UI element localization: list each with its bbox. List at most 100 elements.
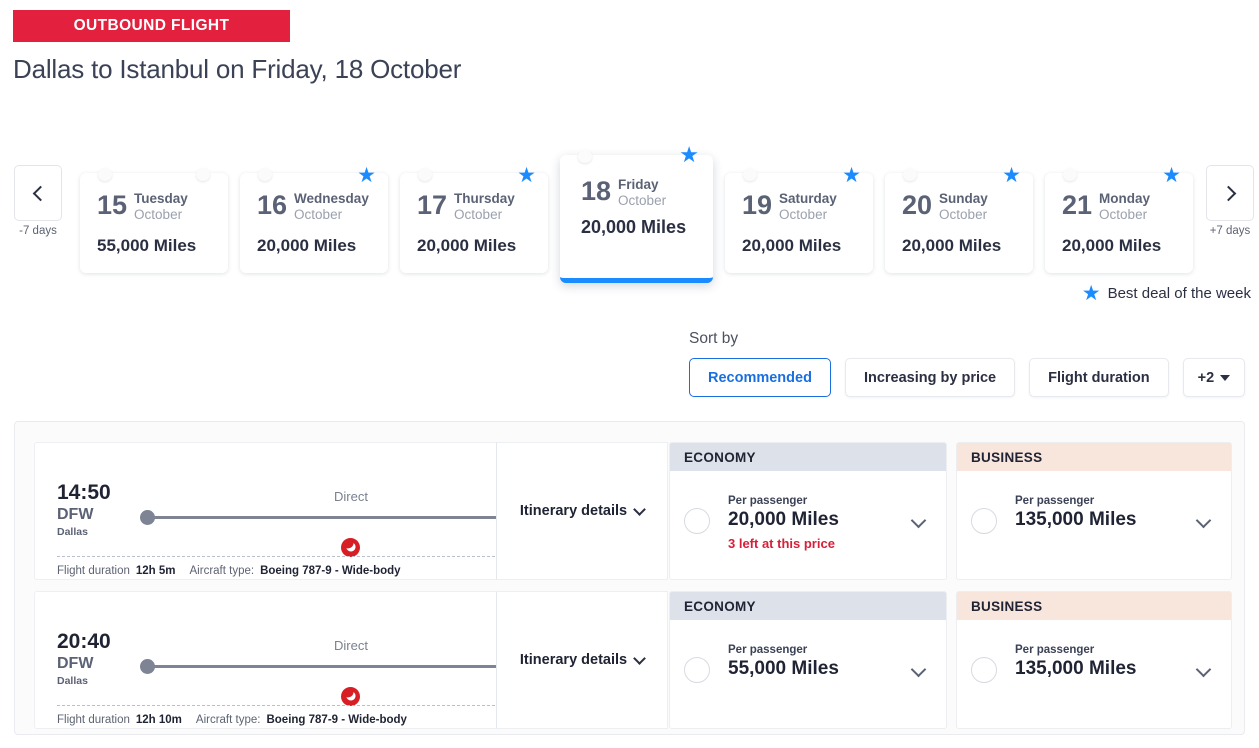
fare-card-business[interactable]: BUSINESS Per passenger 135,000 Miles [956, 591, 1232, 729]
chevron-down-icon[interactable] [1195, 512, 1212, 529]
date-card-day: 20 [902, 190, 933, 220]
sort-by-label: Sort by [689, 330, 739, 347]
per-passenger-label: Per passenger [728, 495, 808, 507]
fare-select-radio[interactable] [684, 508, 710, 534]
date-card-weekday: Wednesday [294, 191, 369, 206]
calendar-tab-icon [743, 168, 757, 181]
chevron-down-icon[interactable] [1195, 661, 1212, 678]
departure-city: Dallas [57, 675, 88, 688]
turkish-airlines-logo [341, 687, 360, 706]
itinerary-details-button[interactable]: Itinerary details [496, 442, 668, 580]
date-card-17[interactable]: ★ 17 Thursday October 20,000 Miles [400, 165, 548, 273]
date-card-header: 19 Saturday October [742, 191, 837, 222]
departure-airport-code: DFW [57, 655, 94, 673]
chevron-down-icon[interactable] [910, 512, 927, 529]
date-card-day: 17 [417, 190, 448, 220]
date-card-15[interactable]: 15 Tuesday October 55,000 Miles [80, 168, 228, 273]
date-card-month: October [294, 206, 343, 222]
best-deal-legend-label: Best deal of the week [1107, 285, 1251, 302]
date-card-weekday: Saturday [779, 191, 837, 206]
next-week-button[interactable] [1206, 165, 1254, 221]
prev-week-button[interactable] [14, 165, 62, 221]
calendar-tab-icon [98, 168, 112, 181]
date-card-names: Thursday October [454, 191, 515, 222]
fare-body: Per passenger 135,000 Miles [957, 471, 1231, 579]
date-card-names: Friday October [618, 177, 666, 208]
route-origin-dot [140, 659, 155, 674]
flight-results-container: 14:50DFWDallasDirect10:55ISTIstanbulFlig… [14, 421, 1245, 735]
date-card-day: 15 [97, 190, 128, 220]
calendar-tab-icon [903, 168, 917, 181]
calendar-tab-icon [196, 168, 210, 181]
sort-tab-increasing-by-price[interactable]: Increasing by price [844, 358, 1016, 397]
date-card-names: Sunday October [939, 191, 988, 222]
date-card-month: October [779, 206, 828, 222]
calendar-tab-icon [578, 150, 592, 163]
chevron-down-icon[interactable] [910, 661, 927, 678]
date-card-names: Wednesday October [294, 191, 369, 222]
route-line [143, 516, 552, 519]
date-card-month: October [939, 206, 988, 222]
fare-body: Per passenger 135,000 Miles [957, 620, 1231, 728]
per-passenger-label: Per passenger [728, 644, 808, 656]
sort-more-label: +2 [1197, 369, 1215, 386]
sort-more-button[interactable]: +2 [1182, 358, 1246, 397]
date-card-21[interactable]: ★ 21 Monday October 20,000 Miles [1045, 165, 1193, 273]
fare-select-radio[interactable] [684, 657, 710, 683]
calendar-tab-icon [1063, 168, 1077, 181]
fare-price: 20,000 Miles [728, 509, 839, 530]
date-card-names: Monday October [1099, 191, 1150, 222]
star-icon: ★ [357, 164, 376, 187]
date-card-18[interactable]: ★ 18 Friday October 20,000 Miles [560, 144, 713, 283]
fare-select-radio[interactable] [971, 508, 997, 534]
fare-card-economy[interactable]: ECONOMY Per passenger 55,000 Miles [669, 591, 947, 729]
date-card-weekday: Friday [618, 177, 659, 192]
date-card-day: 18 [581, 176, 612, 206]
chevron-down-icon [633, 502, 646, 516]
itinerary-details-button[interactable]: Itinerary details [496, 591, 668, 729]
flight-duration-label: Flight duration [57, 714, 130, 726]
sort-tab-flight-duration[interactable]: Flight duration [1029, 358, 1169, 397]
caret-down-icon [1220, 374, 1231, 381]
date-card-header: 18 Friday October [581, 176, 666, 208]
flight-duration-value: 12h 10m [135, 714, 182, 726]
fare-card-business[interactable]: BUSINESS Per passenger 135,000 Miles [956, 442, 1232, 580]
fare-price: 55,000 Miles [728, 658, 839, 679]
date-strip: -7 days 15 Tuesday October 55,000 Miles ★ 16 W… [0, 144, 1259, 283]
sort-by-section: Sort by Recommended Increasing by price Fl… [689, 330, 1246, 397]
date-card-miles: 20,000 Miles [902, 236, 1002, 255]
calendar-tab-icon [258, 168, 272, 181]
date-card-16[interactable]: ★ 16 Wednesday October 20,000 Miles [240, 165, 388, 273]
fare-price: 135,000 Miles [1015, 658, 1137, 679]
date-card-month: October [454, 206, 503, 222]
sort-tab-recommended[interactable]: Recommended [689, 358, 831, 397]
per-passenger-label: Per passenger [1015, 495, 1095, 507]
date-card-miles: 20,000 Miles [742, 236, 842, 255]
fare-body: Per passenger 20,000 Miles 3 left at this … [670, 471, 946, 579]
date-card-19[interactable]: ★ 19 Saturday October 20,000 Miles [725, 165, 873, 273]
date-card-day: 21 [1062, 190, 1093, 220]
date-card-miles: 20,000 Miles [417, 236, 517, 255]
date-card-header: 20 Sunday October [902, 190, 988, 222]
date-card-weekday: Thursday [454, 191, 515, 206]
aircraft-type-value: Boeing 787-9 - Wide-body [266, 714, 407, 726]
calendar-tab-icon [418, 168, 432, 181]
star-icon: ★ [679, 142, 699, 167]
segment-meta: Flight duration 12h 5m Aircraft type: Boein… [57, 565, 401, 577]
flight-search-page: OUTBOUND FLIGHT Dallas to Istanbul on Fr… [0, 0, 1259, 748]
itinerary-details-label: Itinerary details [519, 503, 628, 519]
aircraft-type-label: Aircraft type: [189, 565, 255, 577]
fare-select-radio[interactable] [971, 657, 997, 683]
itinerary-details-label: Itinerary details [519, 652, 628, 668]
fare-cabin-label: BUSINESS [957, 443, 1231, 471]
outbound-flight-banner: OUTBOUND FLIGHT [13, 10, 290, 42]
date-card-20[interactable]: ★ 20 Sunday October 20,000 Miles [885, 165, 1033, 273]
flight-row: 14:50DFWDallasDirect10:55ISTIstanbulFlig… [15, 442, 1246, 580]
departure-airport-code: DFW [57, 506, 94, 524]
star-icon: ★ [1162, 164, 1181, 187]
segment-meta: Flight duration 12h 10m Aircraft type: Boei… [57, 714, 407, 726]
date-card-day: 16 [257, 190, 288, 220]
date-card-names: Tuesday October [134, 191, 188, 222]
fare-card-economy[interactable]: ECONOMY Per passenger 20,000 Miles 3 left a… [669, 442, 947, 580]
date-card-miles: 20,000 Miles [257, 236, 357, 255]
